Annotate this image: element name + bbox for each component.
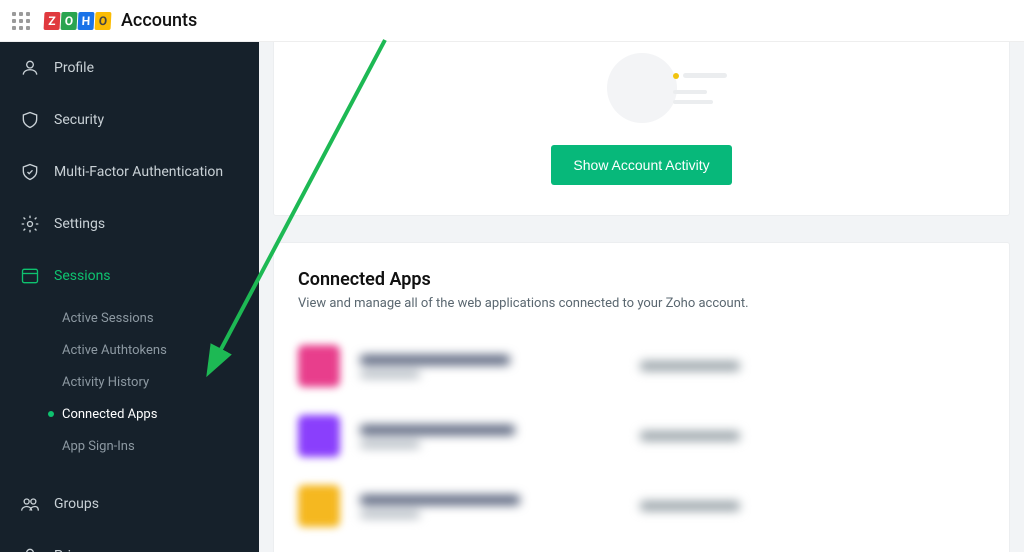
sub-item-connected-apps[interactable]: Connected Apps xyxy=(62,398,259,430)
connected-apps-title: Connected Apps xyxy=(274,243,1009,296)
shield-icon xyxy=(20,110,40,130)
groups-icon xyxy=(20,494,40,514)
sidebar-item-label: Privacy xyxy=(54,548,99,552)
app-meta-blurred xyxy=(640,361,740,371)
sidebar-item-mfa[interactable]: Multi-Factor Authentication xyxy=(0,146,259,198)
app-row[interactable] xyxy=(274,331,1009,401)
show-activity-button[interactable]: Show Account Activity xyxy=(551,145,731,185)
activity-card: Show Account Activity xyxy=(273,42,1010,216)
view-more-row: View 1 more application xyxy=(274,541,1009,552)
sidebar-item-settings[interactable]: Settings xyxy=(0,198,259,250)
app-row[interactable] xyxy=(274,401,1009,471)
sub-item-active-sessions[interactable]: Active Sessions xyxy=(62,302,259,334)
sessions-icon xyxy=(20,266,40,286)
sidebar-item-security[interactable]: Security xyxy=(0,94,259,146)
app-meta-blurred xyxy=(640,501,740,511)
connected-apps-desc: View and manage all of the web applicati… xyxy=(274,296,1009,331)
sidebar-item-sessions[interactable]: Sessions xyxy=(0,250,259,302)
sidebar-item-privacy[interactable]: Privacy xyxy=(0,530,259,552)
app-name-blurred xyxy=(360,355,560,378)
connected-apps-card: Connected Apps View and manage all of th… xyxy=(273,242,1010,552)
profile-icon xyxy=(20,58,40,78)
main-content: Show Account Activity Connected Apps Vie… xyxy=(259,42,1024,552)
placeholder-lines xyxy=(673,65,727,104)
app-row[interactable] xyxy=(274,471,1009,541)
sidebar: Profile Security Multi-Factor Authentica… xyxy=(0,42,259,552)
avatar-placeholder-icon xyxy=(607,53,677,123)
sidebar-item-label: Multi-Factor Authentication xyxy=(54,164,223,180)
lock-icon xyxy=(20,546,40,552)
app-header: ZOHO Accounts xyxy=(0,0,1024,42)
sub-item-active-authtokens[interactable]: Active Authtokens xyxy=(62,334,259,366)
sidebar-item-label: Profile xyxy=(54,60,94,76)
app-meta-blurred xyxy=(640,431,740,441)
sidebar-item-profile[interactable]: Profile xyxy=(0,42,259,94)
brand-name: Accounts xyxy=(121,10,197,31)
sub-item-activity-history[interactable]: Activity History xyxy=(62,366,259,398)
apps-grid-icon[interactable] xyxy=(12,12,30,30)
sessions-submenu: Active Sessions Active Authtokens Activi… xyxy=(0,302,259,462)
sidebar-item-groups[interactable]: Groups xyxy=(0,478,259,530)
app-icon xyxy=(298,485,340,527)
shield-check-icon xyxy=(20,162,40,182)
zoho-logo: ZOHO xyxy=(44,12,111,30)
app-icon xyxy=(298,345,340,387)
sidebar-item-label: Sessions xyxy=(54,268,111,284)
sidebar-item-label: Settings xyxy=(54,216,105,232)
gear-icon xyxy=(20,214,40,234)
sub-item-app-signins[interactable]: App Sign-Ins xyxy=(62,430,259,462)
app-name-blurred xyxy=(360,425,560,448)
app-name-blurred xyxy=(360,495,560,518)
sidebar-item-label: Groups xyxy=(54,496,99,512)
app-icon xyxy=(298,415,340,457)
sidebar-item-label: Security xyxy=(54,112,104,128)
